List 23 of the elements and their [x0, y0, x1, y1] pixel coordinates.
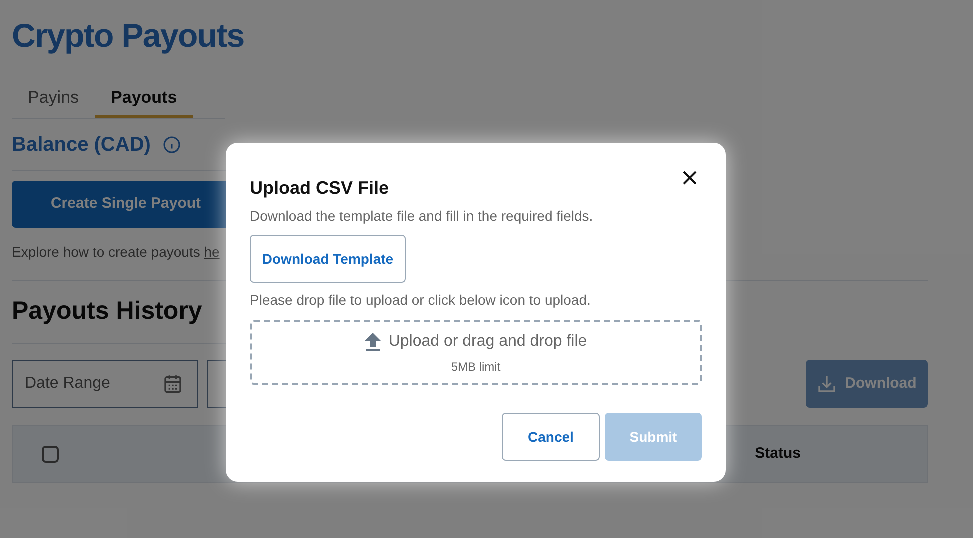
tab[interactable]: Payins — [12, 80, 96, 118]
dropzone-label: Upload or drag and drop file — [388, 332, 588, 352]
dialog-title: Upload CSV File — [250, 177, 390, 200]
balance-title: Balance (CAD) — [12, 132, 151, 158]
tab[interactable]: Payouts — [95, 80, 194, 118]
column-header: Status — [755, 444, 801, 464]
dialog-description: Download the template file and fill in the required fields. — [250, 207, 594, 226]
download-template-button[interactable]: Download Template — [250, 235, 406, 283]
explore-text: Explore how to create payouts — [12, 243, 202, 262]
explore-link[interactable]: he — [204, 242, 220, 263]
calendar-icon — [163, 374, 183, 394]
dropzone[interactable]: Upload or drag and drop file 5MB limit — [250, 320, 702, 385]
date-range-field[interactable]: Date Range — [12, 360, 198, 408]
cancel-button[interactable]: Cancel — [502, 413, 600, 461]
close-icon[interactable] — [682, 170, 698, 186]
page-title: Crypto Payouts — [12, 16, 244, 56]
size-limit: 5MB limit — [451, 358, 501, 376]
history-title: Payouts History — [12, 296, 202, 328]
drop-hint: Please drop file to upload or click below icon to upload. — [250, 291, 591, 310]
select-all-checkbox[interactable] — [42, 446, 59, 462]
download-icon — [817, 374, 838, 394]
info-icon — [162, 136, 181, 154]
upload-icon — [364, 332, 381, 350]
